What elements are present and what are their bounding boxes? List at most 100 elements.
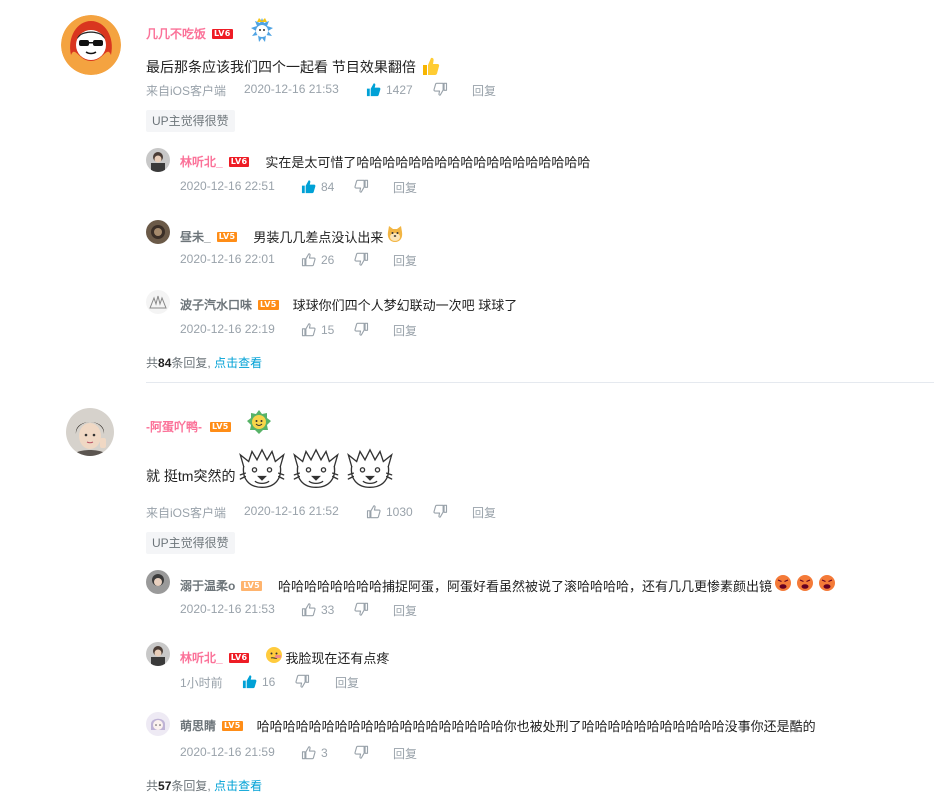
username[interactable]: 昼未_ (180, 228, 211, 245)
level-badge: LV5 (241, 580, 262, 591)
like-button[interactable]: 26 (301, 252, 334, 267)
avatar[interactable] (146, 712, 170, 736)
doge-sticker-icon (237, 448, 287, 490)
like-count: 1030 (386, 504, 413, 519)
comment-text: 最后那条应该我们四个一起看 节目效果翻倍 (146, 59, 416, 75)
reply-button[interactable]: 回复 (472, 504, 496, 521)
thumbs-down-icon (354, 252, 369, 267)
reply-button[interactable]: 回复 (393, 179, 417, 196)
username[interactable]: 几几不吃饭 (146, 25, 206, 42)
reply-text: 我脸现在还有点疼 (285, 651, 390, 666)
comment-source: 来自iOS客户端 (146, 506, 227, 520)
reply-button[interactable]: 回复 (393, 602, 417, 619)
thumbs-up-icon (366, 82, 381, 97)
username[interactable]: -阿蛋吖鸭- (146, 418, 202, 435)
username[interactable]: 林听北_ (180, 649, 223, 666)
thumbs-up-emoji-icon (420, 56, 440, 79)
fan-medal-icon[interactable] (246, 409, 272, 435)
view-more-link[interactable]: 点击查看 (214, 356, 262, 370)
thumbs-up-icon (301, 602, 316, 617)
up-liked-tag: UP主觉得很赞 (146, 532, 235, 554)
like-button[interactable]: 1030 (366, 504, 413, 519)
like-button[interactable]: 84 (301, 179, 334, 194)
avatar[interactable] (146, 220, 170, 244)
like-button[interactable]: 15 (301, 322, 334, 337)
dislike-button[interactable] (354, 252, 369, 267)
comment-time: 2020-12-16 22:19 (180, 322, 275, 336)
doge-sticker-icon (291, 448, 341, 490)
comment-time: 1小时前 (180, 676, 223, 690)
thumbs-down-icon (433, 504, 448, 519)
doge-emoji-icon (385, 224, 405, 249)
avatar[interactable] (146, 570, 170, 594)
doge-sticker-icon (345, 448, 395, 490)
comment-time: 2020-12-16 21:52 (244, 504, 339, 518)
dislike-button[interactable] (433, 82, 448, 97)
level-badge: LV5 (210, 421, 231, 432)
angry-face-emoji-icon (774, 574, 792, 597)
avatar[interactable] (146, 290, 170, 314)
reply-text: 男装几几差点没认出来 (253, 230, 384, 245)
angry-face-emoji-icon (796, 574, 814, 597)
reply-button[interactable]: 回复 (472, 82, 496, 99)
reply-button[interactable]: 回复 (335, 674, 359, 691)
more-replies: 共84条回复, 点击查看 (146, 354, 262, 371)
more-prefix: 共 (146, 356, 159, 370)
username[interactable]: 萌思睛 (180, 717, 216, 734)
avatar[interactable] (66, 408, 114, 456)
like-button[interactable]: 3 (301, 745, 328, 760)
comment-time: 2020-12-16 21:59 (180, 745, 275, 759)
username[interactable]: 溺于温柔o (180, 577, 235, 594)
thumbs-down-icon (354, 322, 369, 337)
divider (146, 382, 934, 383)
username[interactable]: 林听北_ (180, 153, 223, 170)
thumbs-down-icon (354, 179, 369, 194)
thumbs-up-icon (301, 745, 316, 760)
like-count: 3 (321, 745, 328, 760)
thumbs-down-icon (433, 82, 448, 97)
like-button[interactable]: 33 (301, 602, 334, 617)
dislike-button[interactable] (354, 745, 369, 760)
level-badge: LV5 (258, 299, 279, 310)
like-count: 16 (262, 674, 276, 689)
comment-time: 2020-12-16 21:53 (180, 602, 275, 616)
thumbs-up-icon (301, 322, 316, 337)
thumbs-up-icon (301, 179, 316, 194)
comment-time: 2020-12-16 21:53 (244, 82, 339, 96)
like-count: 26 (321, 252, 335, 267)
reply-text: 哈哈哈哈哈哈哈哈哈哈哈哈哈哈哈哈哈哈哈你也被处刑了哈哈哈哈哈哈哈哈哈哈哈没事你还… (256, 719, 816, 734)
thumbs-down-icon (354, 602, 369, 617)
level-badge: LV6 (228, 156, 250, 167)
thumbs-down-icon (295, 674, 310, 689)
more-suffix: 条回复, (171, 356, 211, 370)
avatar[interactable] (146, 642, 170, 666)
dislike-button[interactable] (433, 504, 448, 519)
more-replies: 共57条回复, 点击查看 (146, 777, 262, 794)
like-count: 1427 (386, 82, 413, 97)
thumbs-up-icon (242, 674, 257, 689)
dislike-button[interactable] (354, 179, 369, 194)
dislike-button[interactable] (354, 322, 369, 337)
dislike-button[interactable] (354, 602, 369, 617)
avatar[interactable] (146, 148, 170, 172)
like-button[interactable]: 1427 (366, 82, 413, 97)
reply-button[interactable]: 回复 (393, 322, 417, 339)
level-badge: LV6 (212, 28, 233, 39)
reply-text: 哈哈哈哈哈哈哈哈捕捉阿蛋，阿蛋好看虽然被说了滚哈哈哈哈，还有几几更惨素颜出镜 (278, 579, 773, 594)
username[interactable]: 波子汽水口味 (180, 296, 252, 313)
reply-button[interactable]: 回复 (393, 745, 417, 762)
comment-source: 来自iOS客户端 (146, 84, 227, 98)
like-button[interactable]: 16 (242, 674, 275, 689)
level-badge: LV5 (222, 720, 243, 731)
avatar[interactable] (61, 15, 121, 75)
thumbs-up-icon (366, 504, 381, 519)
thumbs-up-icon (301, 252, 316, 267)
fan-medal-icon[interactable] (247, 16, 277, 46)
like-count: 33 (321, 602, 335, 617)
reply-button[interactable]: 回复 (393, 252, 417, 269)
face-emoji-icon (265, 646, 283, 669)
up-liked-tag: UP主觉得很赞 (146, 110, 235, 132)
like-count: 84 (321, 179, 335, 194)
comment-text: 就 挺tm突然的 (146, 468, 236, 484)
dislike-button[interactable] (295, 674, 310, 689)
